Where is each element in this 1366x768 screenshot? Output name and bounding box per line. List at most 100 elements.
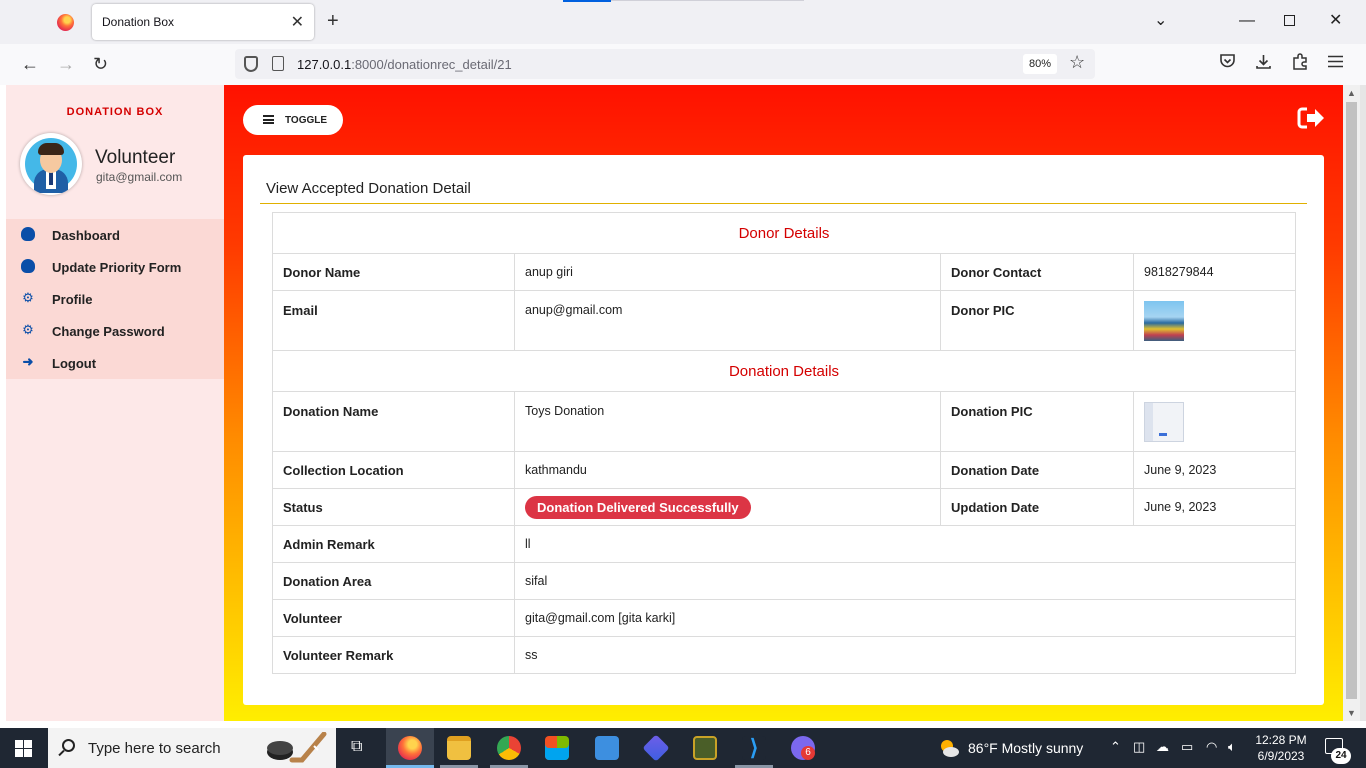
forward-icon[interactable]: → bbox=[57, 53, 75, 75]
volume-icon[interactable]: 🔈︎ bbox=[1228, 739, 1236, 755]
sidebar: DONATION BOX Volunteer gita@gmail.com Da… bbox=[6, 85, 224, 721]
donation-photo[interactable] bbox=[1144, 402, 1184, 442]
table-row: Donation Area sifal bbox=[272, 562, 1296, 600]
taskbar-mail-icon[interactable] bbox=[595, 736, 619, 760]
table-row: Collection Location kathmandu Donation D… bbox=[272, 451, 1296, 489]
downloads-icon[interactable] bbox=[1255, 53, 1272, 77]
wifi-icon[interactable]: ◠ bbox=[1206, 739, 1217, 755]
taskbar-chrome-icon[interactable] bbox=[497, 736, 521, 760]
sidebar-item-logout[interactable]: ➜ Logout bbox=[6, 347, 224, 379]
tab-donation-box[interactable]: Donation Box ✕ bbox=[92, 4, 314, 40]
title-divider bbox=[260, 203, 1307, 204]
search-icon bbox=[62, 739, 75, 752]
dashboard-icon bbox=[21, 259, 35, 273]
taskbar-file-explorer-icon[interactable] bbox=[447, 736, 471, 760]
tracking-shield-icon[interactable] bbox=[244, 56, 258, 72]
url-bar[interactable]: 127.0.0.1:8000/donationrec_detail/21 80%… bbox=[235, 49, 1095, 79]
volunteer-value: gita@gmail.com [gita karki] bbox=[514, 599, 1296, 637]
back-icon[interactable]: ← bbox=[21, 53, 39, 75]
status-badge: Donation Delivered Successfully bbox=[525, 495, 751, 519]
taskbar-store-icon[interactable] bbox=[545, 736, 569, 760]
gear-icon: ⚙ bbox=[22, 290, 34, 305]
url-path: :8000/donationrec_detail/21 bbox=[351, 57, 512, 72]
sidebar-item-label: Profile bbox=[52, 292, 93, 307]
window-edge bbox=[1360, 85, 1366, 721]
donor-name-value: anup giri bbox=[514, 253, 941, 291]
donation-pic-cell bbox=[1133, 391, 1296, 452]
tab-close-icon[interactable]: ✕ bbox=[291, 12, 304, 32]
pocket-icon[interactable] bbox=[1219, 53, 1236, 76]
updation-date-label: Updation Date bbox=[940, 488, 1134, 526]
scroll-up-arrow-icon[interactable]: ▲ bbox=[1347, 88, 1356, 98]
taskbar-app-badge: 6 bbox=[801, 746, 815, 760]
onedrive-icon[interactable]: ☁ bbox=[1156, 739, 1169, 755]
donation-area-label: Donation Area bbox=[272, 562, 515, 600]
reload-icon[interactable]: ↻ bbox=[93, 53, 108, 75]
windows-start-icon[interactable] bbox=[15, 740, 32, 757]
weather-sun-cloud-icon[interactable] bbox=[938, 738, 960, 758]
sidebar-brand[interactable]: DONATION BOX bbox=[6, 106, 224, 118]
taskbar-firefox-icon[interactable] bbox=[398, 736, 422, 760]
donation-name-value: Toys Donation bbox=[514, 391, 941, 452]
sidebar-menu: Dashboard Update Priority Form ⚙ Profile… bbox=[6, 219, 224, 379]
donor-photo[interactable] bbox=[1144, 301, 1184, 341]
hockey-doodle-icon bbox=[267, 732, 327, 763]
scroll-down-arrow-icon[interactable]: ▼ bbox=[1347, 708, 1356, 718]
toggle-sidebar-button[interactable]: TOGGLE bbox=[243, 105, 343, 135]
taskbar-vscode-icon[interactable]: ⟩ bbox=[742, 736, 766, 760]
status-cell: Donation Delivered Successfully bbox=[514, 488, 941, 526]
browser-tab-bar: Donation Box ✕ + ⌄ — ✕ bbox=[0, 0, 1366, 44]
sidebar-item-update-priority-form[interactable]: Update Priority Form bbox=[6, 251, 224, 283]
donor-contact-value: 9818279844 bbox=[1133, 253, 1296, 291]
url-text[interactable]: 127.0.0.1:8000/donationrec_detail/21 bbox=[297, 57, 512, 72]
windows-taskbar: Type here to search ⧉ ⟩ 6 86°F Mostly su… bbox=[0, 728, 1366, 768]
taskbar-search-box[interactable]: Type here to search bbox=[48, 728, 336, 768]
status-label: Status bbox=[272, 488, 515, 526]
table-row: Admin Remark ll bbox=[272, 525, 1296, 563]
minimize-icon[interactable]: — bbox=[1239, 11, 1255, 31]
clock-date: 6/9/2023 bbox=[1257, 749, 1305, 763]
sign-out-icon[interactable] bbox=[1297, 106, 1325, 130]
donor-pic-label: Donor PIC bbox=[940, 290, 1134, 351]
show-hidden-icons-icon[interactable]: ⌃ bbox=[1110, 739, 1121, 755]
taskbar-copilot-icon[interactable] bbox=[642, 734, 670, 762]
firefox-icon[interactable] bbox=[57, 14, 74, 31]
extensions-icon[interactable] bbox=[1292, 53, 1308, 77]
admin-remark-label: Admin Remark bbox=[272, 525, 515, 563]
weather-text[interactable]: 86°F Mostly sunny bbox=[968, 740, 1083, 756]
taskbar-app-icon[interactable] bbox=[693, 736, 717, 760]
main-content: TOGGLE View Accepted Donation Detail Don… bbox=[224, 85, 1343, 721]
user-name: Volunteer bbox=[95, 147, 176, 168]
sidebar-item-label: Update Priority Form bbox=[52, 260, 182, 275]
donation-details-heading: Donation Details bbox=[272, 350, 1296, 392]
maximize-icon[interactable] bbox=[1284, 12, 1295, 32]
sidebar-item-label: Change Password bbox=[52, 324, 165, 339]
bookmark-star-icon[interactable]: ☆ bbox=[1069, 52, 1085, 73]
meet-now-icon[interactable]: ◫ bbox=[1133, 739, 1145, 755]
donor-contact-label: Donor Contact bbox=[940, 253, 1134, 291]
table-row: Volunteer gita@gmail.com [gita karki] bbox=[272, 599, 1296, 637]
donor-name-label: Donor Name bbox=[272, 253, 515, 291]
sidebar-item-profile[interactable]: ⚙ Profile bbox=[6, 283, 224, 315]
table-row: Donor Details bbox=[272, 212, 1296, 254]
dashboard-icon bbox=[21, 227, 35, 241]
task-view-icon[interactable]: ⧉ bbox=[351, 738, 362, 756]
updation-date-value: June 9, 2023 bbox=[1133, 488, 1296, 526]
avatar bbox=[20, 133, 82, 195]
page-info-icon[interactable] bbox=[272, 56, 284, 71]
scrollbar-thumb[interactable] bbox=[1346, 102, 1357, 699]
page-scrollbar[interactable]: ▲ ▼ bbox=[1343, 85, 1360, 721]
hamburger-icon bbox=[263, 115, 274, 124]
battery-icon[interactable]: ▭ bbox=[1181, 739, 1193, 755]
taskbar-clock[interactable]: 12:28 PM 6/9/2023 bbox=[1252, 732, 1310, 764]
window-close-icon[interactable]: ✕ bbox=[1329, 11, 1342, 31]
menu-hamburger-icon[interactable] bbox=[1328, 53, 1343, 75]
zoom-indicator[interactable]: 80% bbox=[1023, 54, 1057, 74]
list-all-tabs-icon[interactable]: ⌄ bbox=[1154, 11, 1167, 31]
table-row: Status Donation Delivered Successfully U… bbox=[272, 488, 1296, 526]
sidebar-item-change-password[interactable]: ⚙ Change Password bbox=[6, 315, 224, 347]
tab-strip-line bbox=[611, 0, 804, 1]
sidebar-item-dashboard[interactable]: Dashboard bbox=[6, 219, 224, 251]
new-tab-icon[interactable]: + bbox=[327, 10, 339, 32]
collection-location-value: kathmandu bbox=[514, 451, 941, 489]
